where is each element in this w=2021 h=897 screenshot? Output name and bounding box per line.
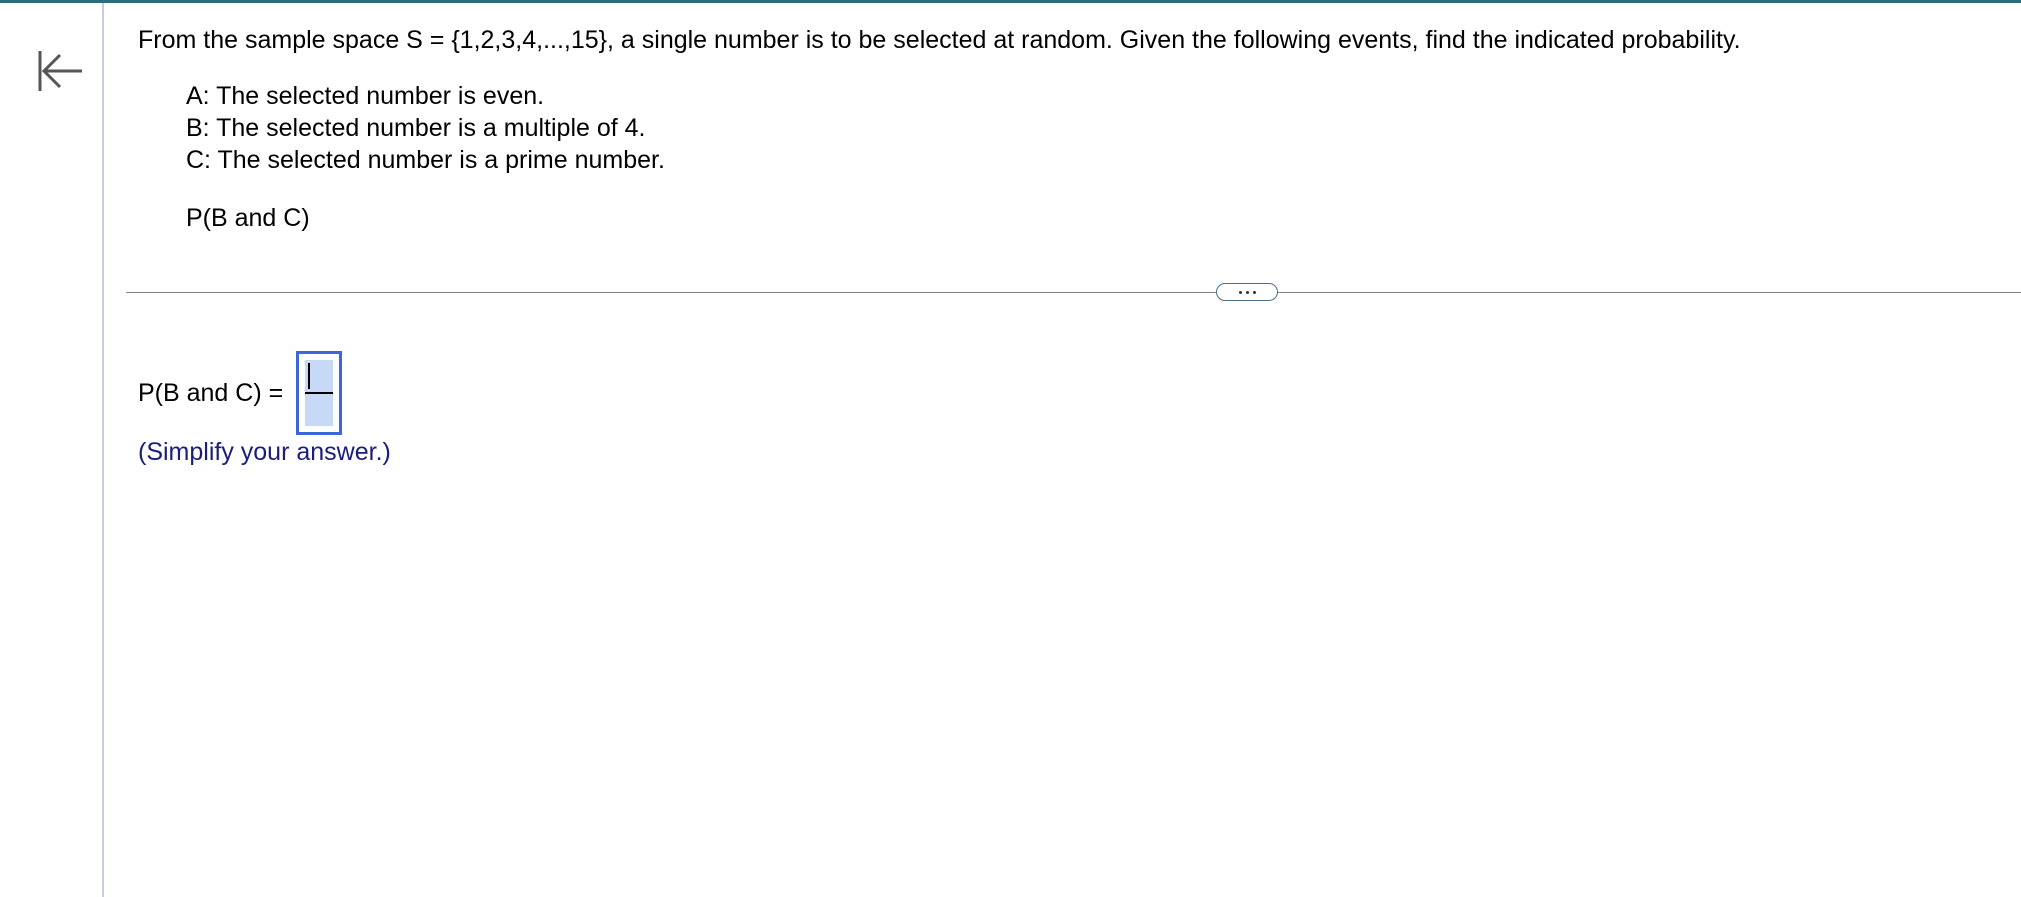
answer-row: P(B and C) =: [138, 350, 343, 436]
question-text: From the sample space S = {1,2,3,4,...,1…: [138, 26, 1741, 54]
question-page: From the sample space S = {1,2,3,4,...,1…: [0, 0, 2021, 897]
simplify-hint: (Simplify your answer.): [138, 438, 391, 466]
more-options-button[interactable]: [1216, 283, 1278, 301]
text-cursor: [308, 363, 310, 389]
fraction-input[interactable]: [296, 351, 343, 435]
event-b: B: The selected number is a multiple of …: [186, 114, 646, 142]
probability-prompt: P(B and C): [186, 204, 310, 232]
denominator-field[interactable]: [305, 394, 334, 426]
left-rail: [0, 3, 104, 897]
events-list: A: The selected number is even. B: The s…: [186, 80, 665, 176]
more-options-dot: [1245, 290, 1249, 294]
collapse-left-icon: [38, 51, 82, 91]
more-options-icon: [1238, 290, 1242, 294]
collapse-panel-button[interactable]: [34, 47, 84, 97]
top-accent-bar: [0, 0, 2021, 3]
more-options-dot: [1252, 290, 1256, 294]
event-c: C: The selected number is a prime number…: [186, 146, 665, 174]
answer-label: P(B and C) =: [138, 378, 291, 407]
section-divider: [126, 292, 2021, 293]
event-a: A: The selected number is even.: [186, 82, 545, 110]
